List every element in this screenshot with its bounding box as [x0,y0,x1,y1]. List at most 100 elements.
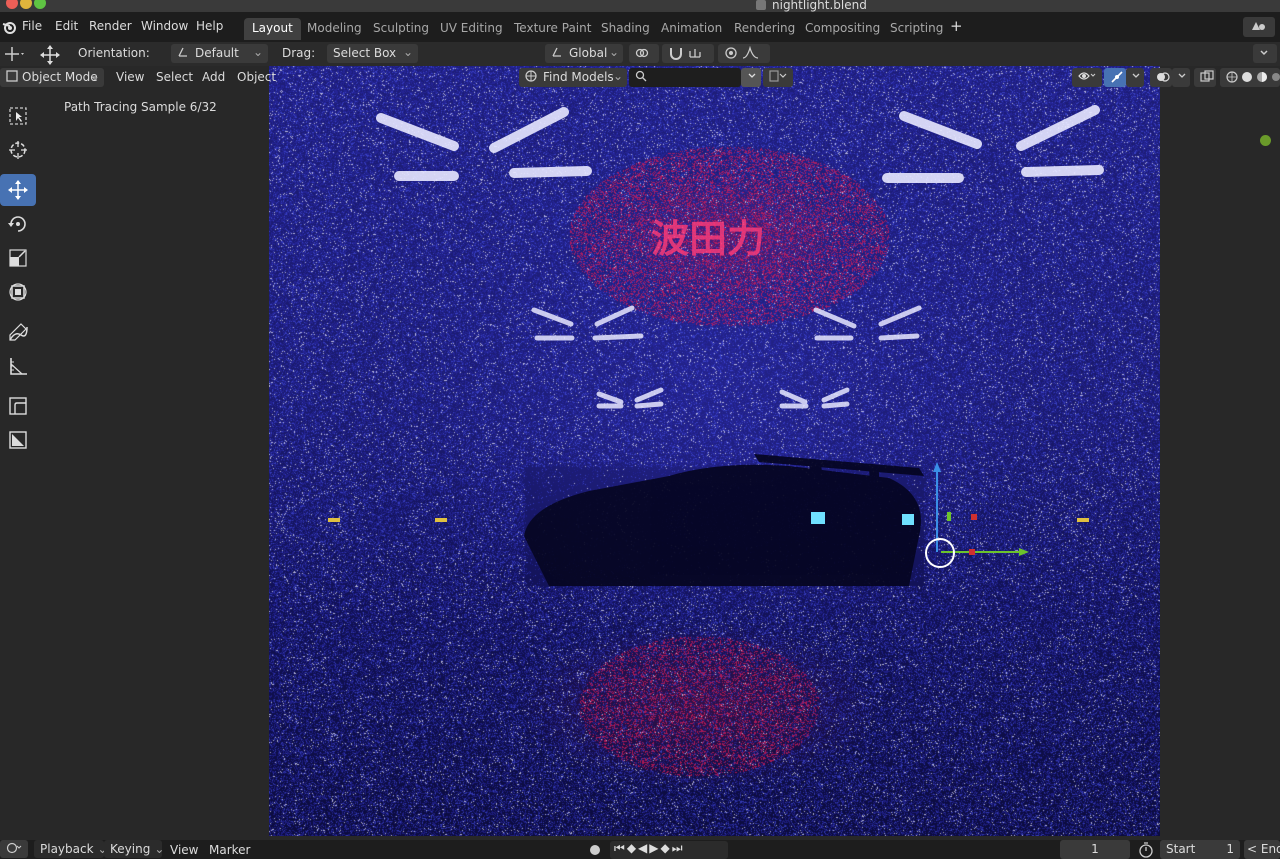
chevron-down-icon [1178,73,1186,78]
scale-icon [9,249,27,267]
drag-dropdown[interactable]: Select Box ⌄ [327,44,418,63]
menu-file[interactable]: File [22,19,42,33]
maximize-window-icon[interactable] [34,0,46,9]
xray-icon [1200,70,1214,82]
solid-shading-icon[interactable] [1242,72,1252,82]
transform-pivot-icon[interactable] [4,45,26,63]
transform-orientation-dropdown[interactable]: Global ⌄ [545,44,623,63]
tab-compositing[interactable]: Compositing [797,18,888,40]
chevron-down-icon [1260,50,1268,56]
object-mode-dropdown[interactable]: Object Mode ⌄ [0,68,104,87]
global-axes-icon [552,47,561,57]
move-tool-icon[interactable] [38,44,62,66]
tool-scale[interactable] [0,242,36,274]
small-light-strips [531,305,922,409]
navigation-indicator[interactable] [1260,135,1271,146]
menu-view[interactable]: View [116,70,144,84]
move-icon [8,180,28,200]
menu-edit[interactable]: Edit [55,19,78,33]
current-frame-field[interactable]: 1 [1060,840,1130,859]
tool-select-box[interactable] [0,100,36,132]
transform-icon [9,283,27,301]
pivot-point-dropdown[interactable] [629,44,659,63]
neon-light-strips [376,105,1104,183]
tab-layout[interactable]: Layout [244,18,301,40]
tool-rotate[interactable] [0,208,36,240]
gizmo-dropdown[interactable] [1126,68,1144,87]
start-frame-field[interactable]: Start 1 [1160,840,1240,859]
blender-logo-icon[interactable] [2,20,16,34]
top-menubar: File Edit Render Window Help Layout Mode… [0,12,1280,42]
tool-annotate[interactable] [0,316,36,348]
transform-gizmo[interactable] [925,462,1029,568]
next-keyframe-icon[interactable]: ◆ [661,841,672,855]
menu-add[interactable]: Add [202,70,225,84]
tab-sculpting[interactable]: Sculpting [365,18,437,40]
orientation-dropdown[interactable]: Default ⌄ [171,44,268,63]
asset-options-button[interactable] [763,68,793,87]
xray-toggle[interactable] [1194,68,1216,87]
tool-cursor[interactable] [0,134,36,166]
menu-marker[interactable]: Marker [209,843,250,857]
minimize-window-icon[interactable] [20,0,32,9]
menu-window[interactable]: Window [141,19,188,33]
find-models-dropdown[interactable]: Find Models ⌄ [519,68,627,87]
close-window-icon[interactable] [6,0,18,9]
menu-select[interactable]: Select [156,70,193,84]
overlay-dropdown[interactable] [1172,68,1190,87]
playback-menu[interactable]: Playback ⌄ [34,840,108,858]
playback-controls: ⏮◆◀▶◆⏭ [610,841,728,859]
menu-object[interactable]: Object [237,70,276,84]
proportional-edit-toggle[interactable] [718,44,770,63]
tab-scripting[interactable]: Scripting [882,18,951,40]
car-light-left [811,512,825,524]
play-icon[interactable]: ▶ [649,841,660,855]
visibility-dropdown[interactable] [1072,68,1102,87]
overlay-toggle[interactable] [1150,68,1172,87]
tool-measure[interactable] [0,350,36,382]
record-keyframe-icon[interactable] [590,845,600,855]
render-preview[interactable]: 波田力 [269,66,1160,836]
model-search-input[interactable] [629,68,741,87]
rendered-shading-icon[interactable] [1272,73,1280,81]
start-value: 1 [1226,842,1234,856]
tab-shading[interactable]: Shading [593,18,658,40]
snap-toggle[interactable] [662,44,714,63]
car-silhouette [524,454,924,586]
timeline-header: Playback ⌄ Keying ⌄ View Marker ⏮◆◀▶◆⏭ 1 S… [0,840,1280,859]
add-workspace-button[interactable]: + [950,17,963,35]
tab-animation[interactable]: Animation [653,18,730,40]
tool-transform[interactable] [0,276,36,308]
play-reverse-icon[interactable]: ◀ [638,841,649,855]
menu-view[interactable]: View [170,843,198,857]
keying-menu[interactable]: Keying ⌄ [104,840,164,858]
end-frame-field[interactable]: < End [1244,840,1280,859]
options-button[interactable] [1253,44,1277,63]
tab-uv-editing[interactable]: UV Editing [432,18,511,40]
editor-type-dropdown[interactable] [0,840,28,858]
tool-add-cube[interactable] [0,390,36,422]
scene-selector-button[interactable] [1243,17,1275,37]
jump-to-end-icon[interactable]: ⏭ [672,841,685,855]
tool-move[interactable] [0,174,36,206]
previous-keyframe-icon[interactable]: ◆ [627,841,638,855]
gizmo-toggle[interactable] [1104,68,1126,87]
tab-modeling[interactable]: Modeling [299,18,370,40]
menu-help[interactable]: Help [196,19,223,33]
stopwatch-icon[interactable] [1138,842,1154,858]
chevron-down-icon: ⌄ [89,69,100,83]
tab-texture-paint[interactable]: Texture Paint [506,18,599,40]
tool-add-plane[interactable] [0,424,36,456]
menu-render[interactable]: Render [89,19,132,33]
select-box-icon [9,107,27,125]
tool-shelf [0,100,36,458]
globe-icon [525,70,537,82]
scene-icon [1252,22,1265,30]
tab-rendering[interactable]: Rendering [726,18,803,40]
wireframe-shading-icon[interactable] [1226,71,1238,83]
search-filter-button[interactable] [741,68,761,87]
jump-to-start-icon[interactable]: ⏮ [614,841,627,855]
drag-label: Drag: [282,46,316,60]
viewport-header: Object Mode ⌄ View Select Add Object Fin… [0,66,1280,90]
material-shading-icon[interactable] [1257,72,1267,82]
